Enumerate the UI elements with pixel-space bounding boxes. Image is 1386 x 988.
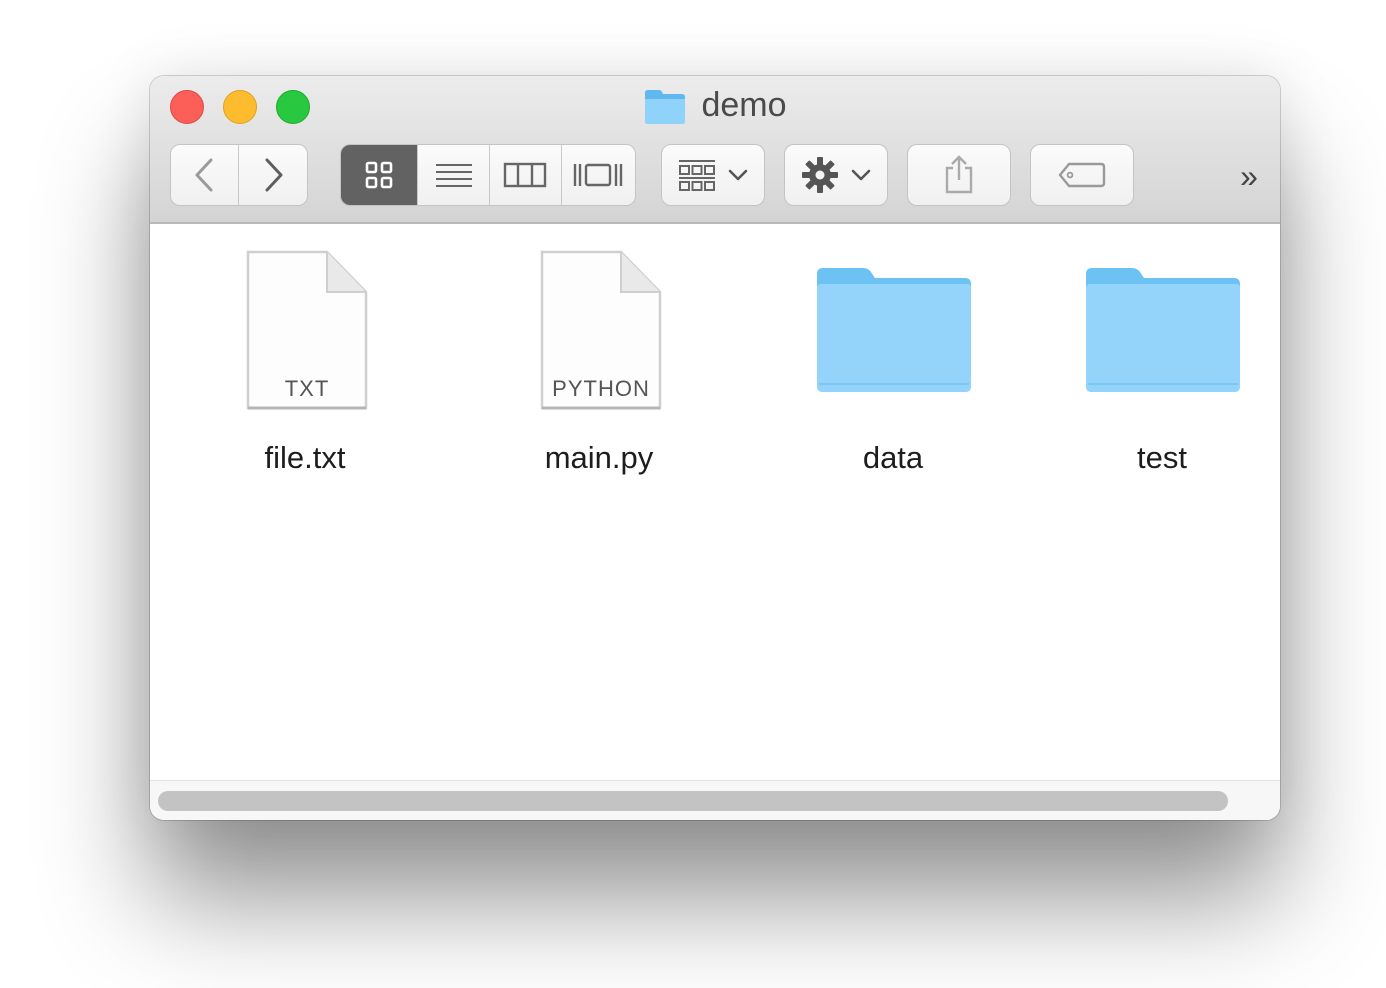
tag-icon <box>1058 162 1106 188</box>
window-title: demo <box>150 86 1280 125</box>
window-title-text: demo <box>701 86 787 124</box>
file-item[interactable]: PYTHON main.py <box>479 248 719 476</box>
chevron-right-icon <box>265 158 283 192</box>
view-mode-control <box>340 144 636 206</box>
cover-flow-button[interactable] <box>561 145 635 205</box>
toolbar-overflow-button[interactable]: » <box>1225 154 1269 198</box>
folder-icon <box>817 268 971 392</box>
chevron-down-icon <box>851 169 871 181</box>
share-icon <box>945 155 973 194</box>
arrange-button[interactable] <box>661 144 765 206</box>
folder-item[interactable]: test <box>1042 248 1280 476</box>
document-icon-wrap: TXT <box>185 248 425 418</box>
gear-icon <box>802 157 838 193</box>
folder-name: data <box>862 440 924 475</box>
column-view-button[interactable] <box>489 145 562 205</box>
file-name: file.txt <box>264 440 346 475</box>
chevron-left-icon <box>195 158 212 192</box>
folder-icon <box>1086 268 1240 392</box>
cover-flow-icon <box>574 163 623 187</box>
desktop: demo » TXT file.txt PYTHON main.py data … <box>0 0 1386 988</box>
navigation-buttons <box>170 144 308 206</box>
file-item[interactable]: TXT file.txt <box>185 248 425 476</box>
action-button[interactable] <box>784 144 888 206</box>
icon-view-button[interactable] <box>341 145 419 205</box>
arrange-grid-icon <box>679 160 715 191</box>
folder-item[interactable]: data <box>773 248 1013 476</box>
scrollbar-thumb[interactable] <box>158 791 1228 811</box>
folder-name: test <box>1137 440 1187 475</box>
file-grid: TXT file.txt PYTHON main.py data test <box>150 226 1280 780</box>
file-type-badge: PYTHON <box>552 376 650 401</box>
share-button[interactable] <box>907 144 1011 206</box>
file-type-badge: TXT <box>284 376 330 401</box>
chevron-down-icon <box>728 169 748 181</box>
folder-icon <box>645 89 686 124</box>
column-view-icon <box>504 162 547 188</box>
tags-button[interactable] <box>1030 144 1134 206</box>
icon-view-icon <box>365 161 393 189</box>
forward-button[interactable] <box>239 145 307 205</box>
back-button[interactable] <box>171 145 239 205</box>
horizontal-scrollbar[interactable] <box>150 780 1280 820</box>
folder-icon-wrap <box>1042 248 1280 418</box>
list-view-button[interactable] <box>418 145 490 205</box>
finder-window: demo » TXT file.txt PYTHON main.py data … <box>150 76 1280 820</box>
file-name: main.py <box>544 440 654 475</box>
folder-icon-wrap <box>773 248 1013 418</box>
window-titlebar: demo » <box>150 76 1280 224</box>
document-icon-wrap: PYTHON <box>479 248 719 418</box>
list-view-icon <box>435 164 472 187</box>
